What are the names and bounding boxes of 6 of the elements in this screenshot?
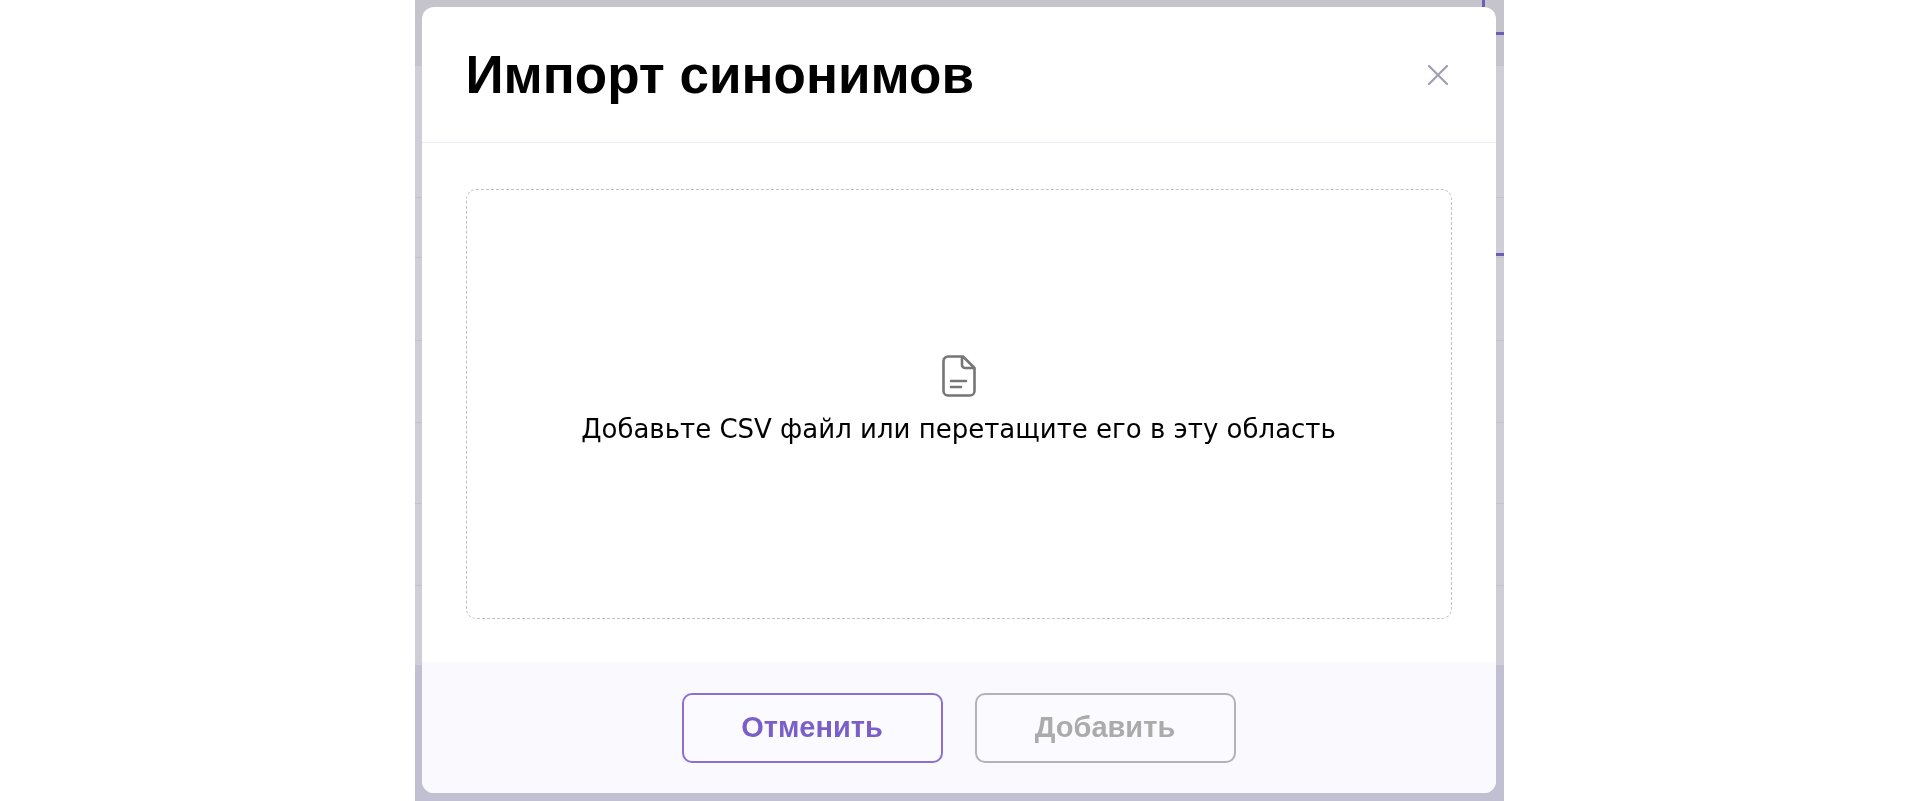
- file-drop-zone[interactable]: Добавьте CSV файл или перетащите его в эту область: [465, 189, 1452, 619]
- document-icon: [941, 354, 976, 397]
- close-icon: [1427, 64, 1448, 85]
- close-button[interactable]: [1426, 63, 1449, 86]
- drop-zone-prompt: Добавьте CSV файл или перетащите его в эту область: [581, 412, 1336, 446]
- cancel-button[interactable]: Отменить: [681, 692, 943, 763]
